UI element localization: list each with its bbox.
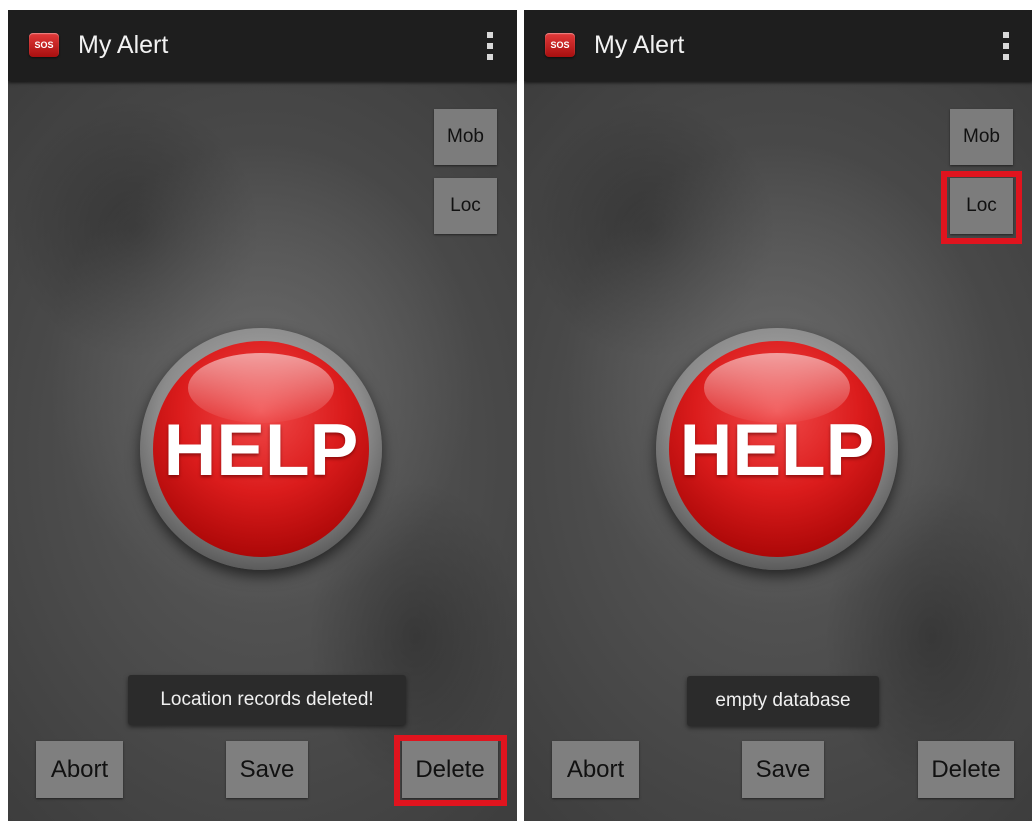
overflow-menu-icon[interactable] [487,32,493,60]
abort-button[interactable]: Abort [552,741,639,798]
overflow-menu-icon[interactable] [1003,32,1009,60]
mob-button[interactable]: Mob [434,109,497,165]
app-title: My Alert [594,31,685,59]
loc-button[interactable]: Loc [950,178,1013,234]
delete-button[interactable]: Delete [402,741,498,798]
app-sos-icon: SOS [29,33,59,57]
save-button[interactable]: Save [226,741,308,798]
help-button-label: HELP [679,410,875,491]
app-title: My Alert [78,31,169,59]
toast-message: Location records deleted! [128,675,406,725]
help-button-label: HELP [163,410,359,491]
help-button[interactable]: HELP [153,341,369,557]
abort-button[interactable]: Abort [36,741,123,798]
action-bar: SOS My Alert [524,10,1032,81]
phone-screen-left: SOS My Alert Mob Loc HELP Location recor… [8,10,517,821]
toast-message: empty database [687,676,879,726]
app-sos-icon: SOS [545,33,575,57]
save-button[interactable]: Save [742,741,824,798]
loc-button[interactable]: Loc [434,178,497,234]
phone-screen-right: SOS My Alert Mob Loc HELP empty database… [524,10,1032,821]
mob-button[interactable]: Mob [950,109,1013,165]
help-button[interactable]: HELP [669,341,885,557]
delete-button[interactable]: Delete [918,741,1014,798]
action-bar: SOS My Alert [8,10,517,81]
